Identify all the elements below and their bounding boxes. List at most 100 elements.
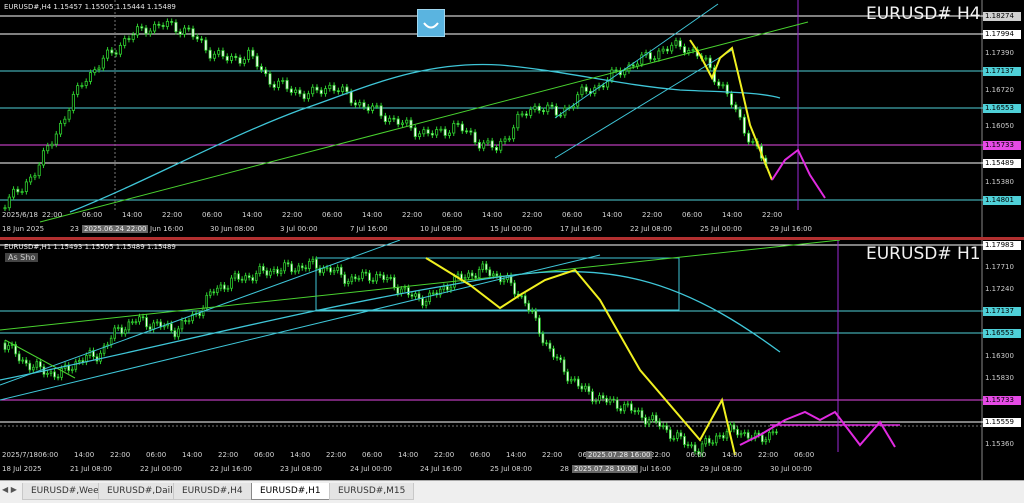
h1-price-tag: 1.16553	[983, 329, 1021, 338]
h1-date-tick: 23 Jul 08:00	[280, 465, 322, 473]
h1-candle	[138, 316, 141, 323]
h4-candle	[665, 48, 669, 52]
h4-candle	[507, 138, 511, 141]
h4-candle	[653, 58, 657, 61]
h1-date-tick: 21 Jul 08:00	[70, 465, 112, 473]
h1-candle	[569, 379, 573, 382]
h1-candle	[573, 378, 577, 381]
h1-candle	[470, 272, 474, 277]
h1-candle	[180, 320, 184, 330]
h1-candle	[226, 287, 230, 290]
h1-candle	[718, 435, 722, 437]
h1-symbol-label: EURUSD# H1	[866, 244, 981, 264]
h4-candle	[191, 28, 195, 38]
h1-candle	[124, 329, 127, 335]
h4-candle	[678, 40, 682, 48]
h4-date-tick: 18 Jun 2025	[2, 225, 45, 233]
h1-candle	[254, 273, 258, 281]
tab-eurusd-h1[interactable]: EURUSD#,H1	[251, 483, 330, 500]
h1-candle	[134, 321, 138, 324]
h4-candle	[661, 48, 665, 52]
h1-candle	[177, 328, 180, 338]
h1-candle	[385, 277, 389, 281]
h4-candle	[473, 131, 477, 143]
h1-candle	[676, 432, 679, 439]
h4-price-tag: 1.14801	[983, 196, 1021, 205]
h1-candle	[414, 293, 417, 297]
h4-candle	[465, 130, 469, 133]
h4-candle	[251, 49, 255, 57]
h1-candle	[502, 279, 506, 283]
chart-pane-h1[interactable]: EURUSD#,H1 1.15493 1.15505 1.15489 1.154…	[0, 240, 1024, 480]
h1-candle	[53, 371, 56, 378]
h4-price-tag: 1.16720	[985, 86, 1014, 94]
h1-candle	[283, 262, 286, 272]
h1-candle	[612, 398, 615, 401]
h1-candle	[216, 287, 219, 293]
h1-candle	[598, 395, 601, 402]
h1-candle	[258, 266, 262, 274]
h4-candle	[33, 175, 37, 178]
h4-date-tick: 2025.06.24 22:00	[82, 225, 149, 233]
h4-candle	[16, 188, 20, 193]
tab-eurusd-h4[interactable]: EURUSD#,H4	[173, 483, 252, 500]
h4-candle	[67, 110, 71, 120]
h1-date-tick: 25 Jul 08:00	[490, 465, 532, 473]
h1-candle	[711, 442, 715, 445]
h4-candle	[375, 105, 379, 108]
h4-candle	[157, 23, 161, 26]
h1-candle	[265, 270, 269, 276]
h4-candle	[54, 133, 58, 145]
h1-candle	[492, 273, 495, 277]
h4-candle	[153, 23, 157, 32]
h1-candle	[152, 322, 155, 330]
h1-candle	[407, 287, 410, 296]
h1-candle	[300, 265, 304, 269]
chart-pane-h4[interactable]: EURUSD#,H4 1.15457 1.15505 1.15444 1.154…	[0, 0, 1024, 238]
h1-candle	[141, 316, 145, 319]
h4-hour-tick: 06:00	[442, 211, 463, 219]
h1-candle	[364, 271, 368, 274]
tab-scroll-arrows-icon[interactable]: ◀ ▶	[2, 485, 17, 494]
h1-hour-tick: 22:00	[218, 451, 239, 459]
h1-candle	[247, 275, 251, 278]
h4-candle	[469, 130, 473, 133]
h4-candle	[460, 123, 464, 132]
h1-price-tag: 1.17983	[983, 241, 1021, 250]
h1-candle	[198, 312, 201, 316]
h4-candle	[7, 196, 11, 209]
h4-candle	[670, 44, 674, 52]
h1-price-tag: 1.15559	[983, 418, 1021, 427]
h1-chart-canvas[interactable]	[0, 240, 1024, 480]
tab-eurusd-m15[interactable]: EURUSD#,M15	[329, 483, 415, 500]
h4-candle	[76, 85, 80, 95]
h4-candle	[302, 93, 306, 100]
h1-candle	[223, 284, 226, 290]
h1-candle	[637, 410, 640, 413]
h4-date-tick: 25 Jul 00:00	[700, 225, 742, 233]
h1-candle	[715, 435, 718, 444]
h1-hour-tick: 2025/7/18	[2, 451, 38, 459]
h4-candle	[704, 57, 708, 60]
h4-hour-tick: 22:00	[402, 211, 423, 219]
h1-candle	[552, 348, 555, 358]
h4-candle	[366, 106, 370, 111]
h4-candle	[165, 21, 169, 27]
h4-candle	[486, 140, 490, 144]
h1-candle	[297, 265, 301, 272]
h4-candle	[97, 67, 101, 71]
as-shown-button[interactable]: As Sho	[5, 253, 39, 262]
h1-candle	[488, 269, 492, 277]
h1-candle	[219, 284, 223, 289]
h1-candle	[449, 286, 453, 291]
h1-candle	[244, 275, 247, 281]
h4-candle	[691, 49, 695, 52]
h4-candle	[396, 118, 400, 125]
h4-price-tag: 1.15489	[983, 159, 1021, 168]
h4-candle	[405, 119, 409, 124]
h4-chart-canvas[interactable]	[0, 0, 1024, 238]
h1-range-box	[315, 257, 680, 311]
h4-candle	[12, 188, 16, 198]
h4-candle	[353, 102, 357, 106]
smiley-icon[interactable]	[417, 9, 445, 37]
